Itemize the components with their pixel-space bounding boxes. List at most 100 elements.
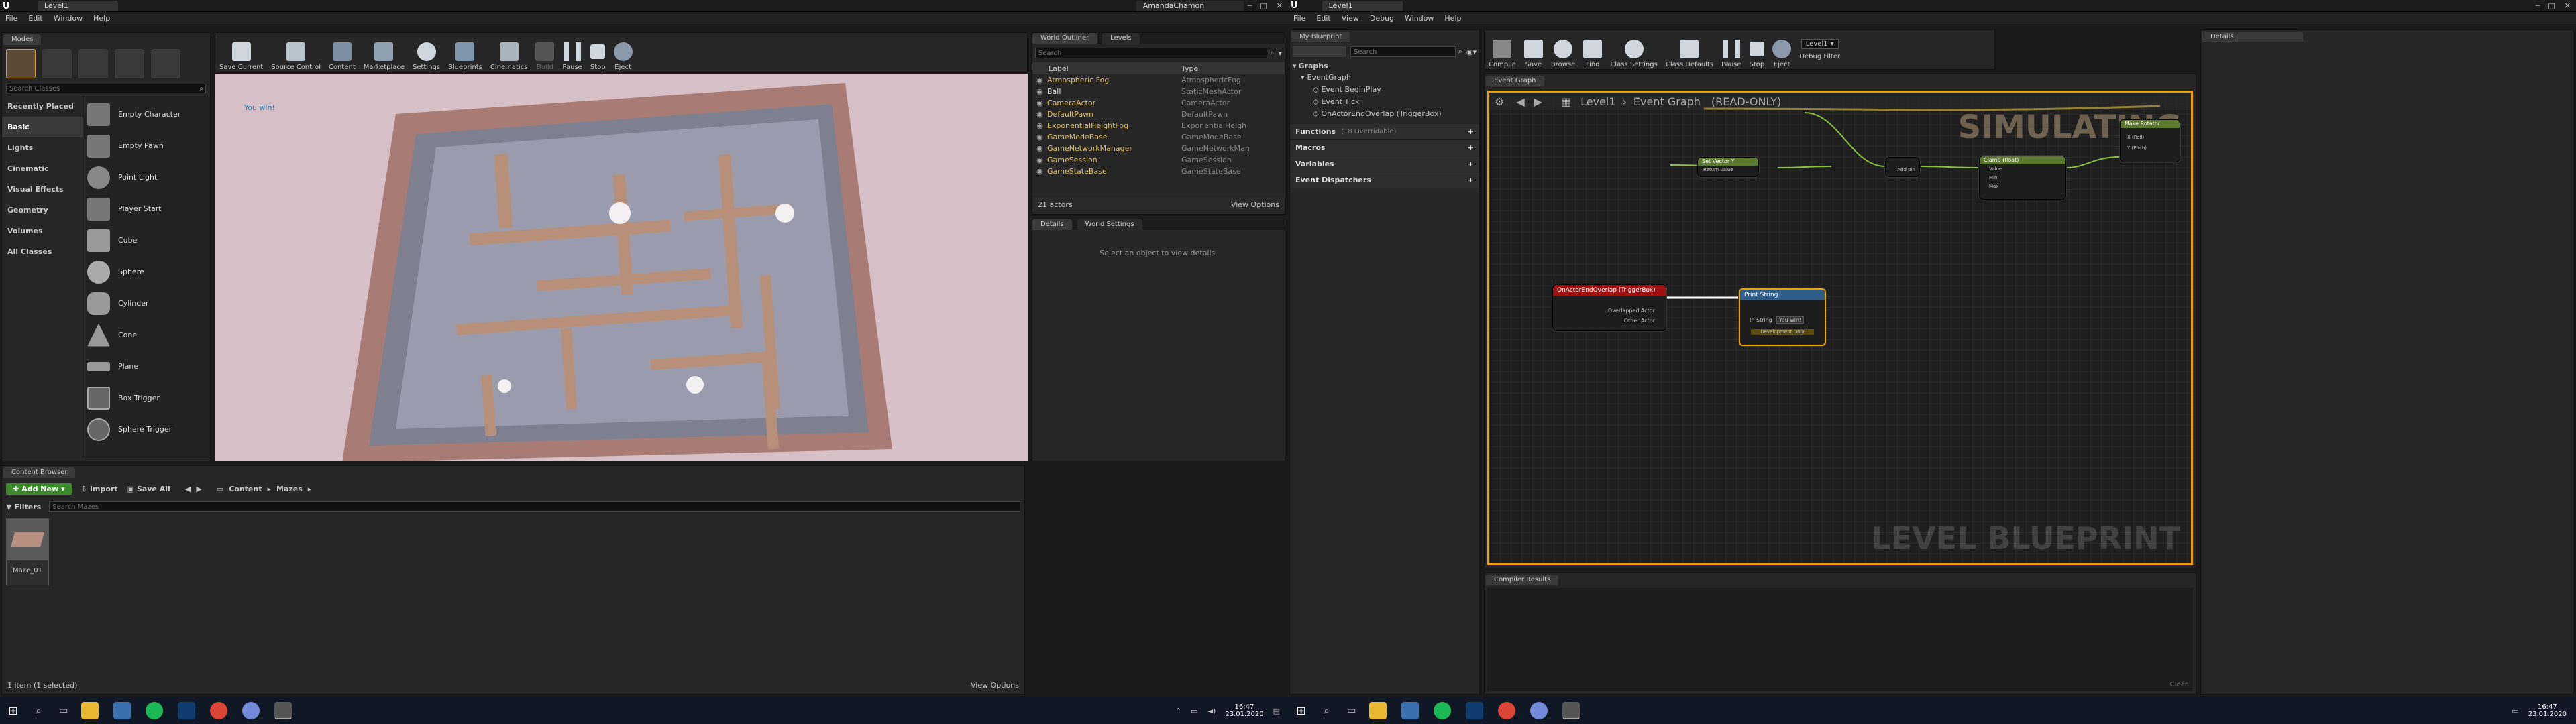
spotify-icon[interactable] <box>1434 702 1452 719</box>
graph-item-tick[interactable]: ◇ Event Tick <box>1290 96 1479 108</box>
breadcrumb-mazes[interactable]: Mazes <box>276 485 303 493</box>
asset-search-input[interactable] <box>49 501 1020 512</box>
compiler-results-tab[interactable]: Compiler Results <box>1486 575 1559 585</box>
mail-icon[interactable] <box>1401 702 1419 719</box>
level-viewport[interactable]: You win! <box>215 74 1028 461</box>
tray-chevron-icon[interactable]: ⌃ <box>1175 707 1181 715</box>
category-visual-effects[interactable]: Visual Effects <box>2 179 83 200</box>
eye-icon[interactable]: ◉ <box>1032 87 1047 96</box>
class-settings-button[interactable]: Class Settings <box>1606 31 1662 68</box>
add-new-button[interactable] <box>1293 46 1346 57</box>
menu-debug[interactable]: Debug <box>1370 14 1394 23</box>
clock[interactable]: 16:47 23.01.2020 <box>2528 703 2567 718</box>
view-options-button[interactable]: View Options <box>1231 200 1279 209</box>
eject-button[interactable]: Eject <box>610 34 637 71</box>
windows-start-icon[interactable]: ⊞ <box>8 704 18 718</box>
menu-window[interactable]: Window <box>1405 14 1434 23</box>
outliner-row[interactable]: ◉ ExponentialHeightFog ExponentialHeigh <box>1032 120 1285 131</box>
add-pin-label[interactable]: Add pin <box>1886 167 1919 172</box>
foliage-mode-icon[interactable] <box>115 49 144 78</box>
add-node[interactable]: Add pin <box>1885 157 1920 177</box>
maximize-icon[interactable]: □ <box>1260 1 1267 10</box>
outliner-row[interactable]: ◉ GameSession GameSession <box>1032 154 1285 166</box>
blueprint-search-input[interactable] <box>1350 46 1456 57</box>
my-blueprint-tab[interactable]: My Blueprint <box>1291 32 1350 42</box>
view-options-button[interactable]: View Options <box>971 681 1019 690</box>
stop-button[interactable]: Stop <box>586 34 610 71</box>
details-tab[interactable]: Details <box>2202 32 2303 42</box>
event-overlap-node[interactable]: OnActorEndOverlap (TriggerBox) Overlappe… <box>1552 284 1666 331</box>
actor-box-trigger[interactable]: Box Trigger <box>83 382 210 414</box>
task-view-icon[interactable]: ▭ <box>59 705 68 716</box>
minimize-icon[interactable]: ─ <box>1248 1 1252 10</box>
details-tab[interactable]: Details <box>1032 219 1072 230</box>
add-variable-icon[interactable]: + <box>1468 156 1474 172</box>
file-explorer-icon[interactable] <box>1369 702 1387 719</box>
minimize-icon[interactable]: ─ <box>2536 1 2540 10</box>
eject-button[interactable]: Eject <box>1768 31 1795 68</box>
content-button[interactable]: Content <box>325 34 360 71</box>
close-icon[interactable]: ✕ <box>2565 1 2571 10</box>
category-geometry[interactable]: Geometry <box>2 200 83 221</box>
eye-icon[interactable]: ◉ <box>1032 99 1047 107</box>
debug-filter-select[interactable]: Level1 ▾ <box>1801 39 1839 49</box>
eye-icon[interactable]: ◉ <box>1032 156 1047 164</box>
close-icon[interactable]: ✕ <box>1277 1 1283 10</box>
category-volumes[interactable]: Volumes <box>2 221 83 241</box>
breadcrumb-content[interactable]: Content <box>229 485 262 493</box>
save-all-button[interactable]: ▣ Save All <box>127 485 170 493</box>
print-string-node[interactable]: Print String In String You win! Developm… <box>1739 288 1826 346</box>
search-icon[interactable]: ⌕ <box>1324 704 1330 717</box>
category-basic[interactable]: Basic <box>2 117 83 137</box>
save-current-button[interactable]: Save Current <box>215 34 267 71</box>
actor-empty-character[interactable]: Empty Character <box>83 99 210 130</box>
outliner-row[interactable]: ◉ Atmospheric Fog AtmosphericFog <box>1032 74 1285 86</box>
world-outliner-tab[interactable]: World Outliner <box>1032 33 1097 44</box>
eye-icon[interactable]: ◉ <box>1032 144 1047 153</box>
discord-icon[interactable] <box>1530 702 1548 719</box>
asset-tile[interactable]: Maze_01 <box>6 518 49 585</box>
category-lights[interactable]: Lights <box>2 137 83 158</box>
graph-canvas[interactable]: ⚙ ◀ ▶ ▦ Level1 › Event Graph (READ-ONLY)… <box>1487 90 2193 565</box>
outliner-row[interactable]: ◉ CameraActor CameraActor <box>1032 97 1285 109</box>
compile-button[interactable]: Compile <box>1485 31 1520 68</box>
clear-button[interactable]: Clear <box>2170 681 2188 688</box>
outliner-row[interactable]: ◉ Ball StaticMeshActor <box>1032 86 1285 97</box>
category-recently-placed[interactable]: Recently Placed <box>2 96 83 117</box>
actor-plane[interactable]: Plane <box>83 351 210 382</box>
variables-section[interactable]: Variables + <box>1290 156 1479 172</box>
notification-icon[interactable]: ▤ <box>1273 707 1280 715</box>
eye-icon[interactable]: ◉▾ <box>1466 48 1477 56</box>
unreal-engine-icon[interactable] <box>274 702 292 719</box>
event-pin-other[interactable]: Other Actor <box>1553 318 1666 324</box>
make-rotator-node[interactable]: Make Rotator X (Roll) Y (Pitch) <box>2120 119 2180 162</box>
clamp-pin-max[interactable]: Max <box>1980 184 2065 189</box>
spotify-icon[interactable] <box>146 702 164 719</box>
filter-icon[interactable]: ▾ <box>1278 49 1282 58</box>
network-icon[interactable]: ▭ <box>1191 707 1197 715</box>
actor-cone[interactable]: Cone <box>83 319 210 351</box>
dispatchers-section[interactable]: Event Dispatchers + <box>1290 172 1479 188</box>
event-pin-overlapped[interactable]: Overlapped Actor <box>1553 308 1666 314</box>
search-icon[interactable]: ⌕ <box>36 704 42 717</box>
paint-mode-icon[interactable] <box>42 49 72 78</box>
find-button[interactable]: Find <box>1579 31 1606 68</box>
menu-help[interactable]: Help <box>93 14 110 23</box>
level-tab[interactable]: Level1 <box>38 0 118 11</box>
graphs-section[interactable]: ▾ Graphs <box>1290 60 1479 72</box>
source-control-button[interactable]: Source Control <box>267 34 325 71</box>
eye-icon[interactable]: ◉ <box>1032 167 1047 176</box>
col-label[interactable]: Label <box>1032 64 1181 73</box>
clock[interactable]: 16:47 23.01.2020 <box>1225 703 1263 718</box>
chrome-icon[interactable] <box>210 702 228 719</box>
network-icon[interactable]: ▭ <box>2512 707 2518 715</box>
make-pin-roll[interactable]: X (Roll) <box>2121 135 2180 140</box>
forward-arrow-icon[interactable]: ▶ <box>196 485 201 493</box>
file-explorer-icon[interactable] <box>81 702 99 719</box>
geometry-mode-icon[interactable] <box>151 49 180 78</box>
photoshop-icon[interactable] <box>178 702 196 719</box>
pause-button[interactable]: Pause <box>1717 31 1745 68</box>
class-search[interactable]: ⌕ <box>6 84 206 93</box>
actor-cube[interactable]: Cube <box>83 225 210 256</box>
browse-button[interactable]: Browse <box>1547 31 1579 68</box>
